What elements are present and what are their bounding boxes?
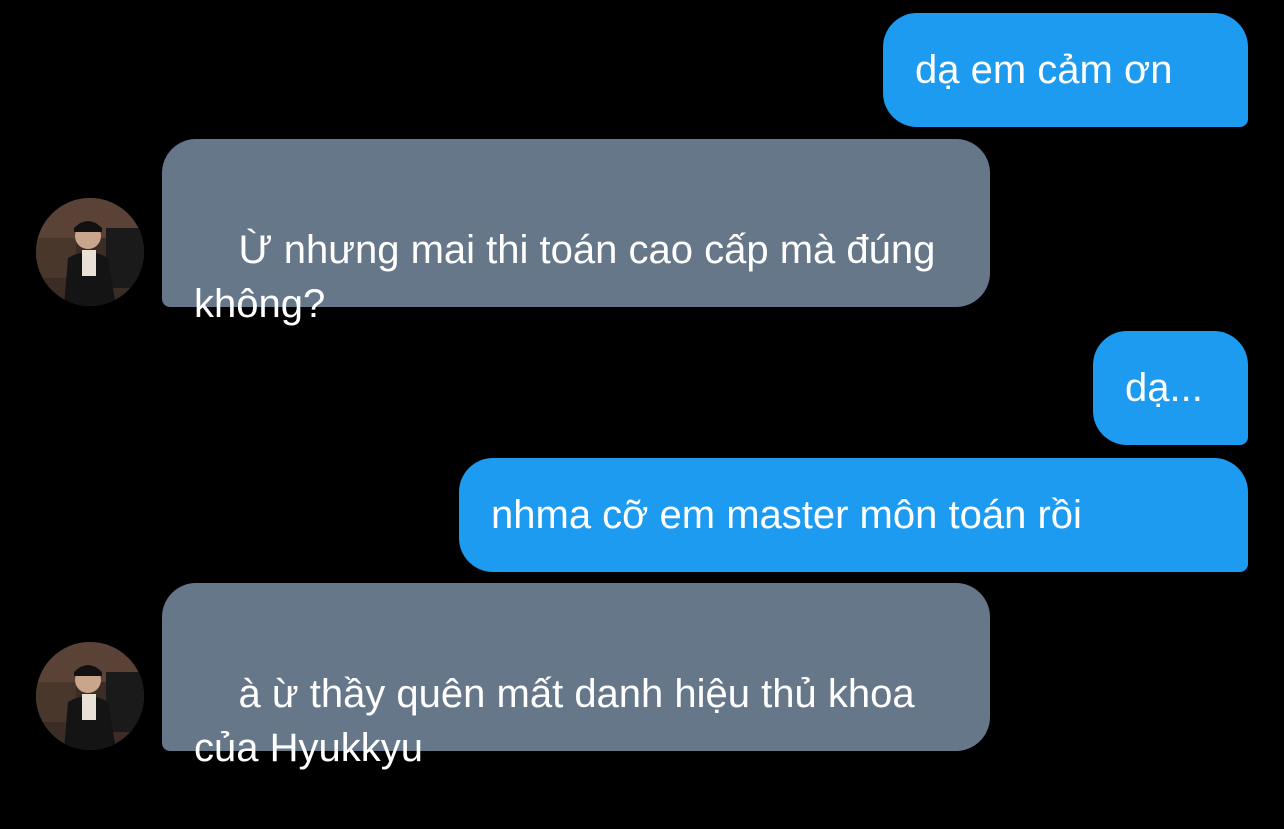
message-text: dạ em cảm ơn bbox=[915, 48, 1173, 92]
message-bubble-outgoing[interactable]: nhma cỡ em master môn toán rồi bbox=[459, 458, 1248, 572]
message-thread: dạ em cảm ơn Ừ nhưng mai thi toán cao cấ… bbox=[0, 0, 1284, 770]
message-bubble-incoming[interactable]: Ừ nhưng mai thi toán cao cấp mà đúng khô… bbox=[162, 139, 990, 326]
avatar[interactable] bbox=[36, 198, 144, 306]
message-bubble-incoming[interactable]: à ừ thầy quên mất danh hiệu thủ khoa của… bbox=[162, 583, 990, 770]
message-text: nhma cỡ em master môn toán rồi bbox=[491, 493, 1082, 537]
message-text: dạ... bbox=[1125, 366, 1203, 410]
message-text: à ừ thầy quên mất danh hiệu thủ khoa của… bbox=[194, 672, 926, 770]
avatar-photo-icon bbox=[36, 198, 144, 306]
message-bubble-outgoing[interactable]: dạ... bbox=[1093, 331, 1248, 445]
message-text: Ừ nhưng mai thi toán cao cấp mà đúng khô… bbox=[194, 228, 947, 326]
avatar[interactable] bbox=[36, 642, 144, 750]
avatar-photo-icon bbox=[36, 642, 144, 750]
message-bubble-outgoing[interactable]: dạ em cảm ơn bbox=[883, 13, 1248, 127]
